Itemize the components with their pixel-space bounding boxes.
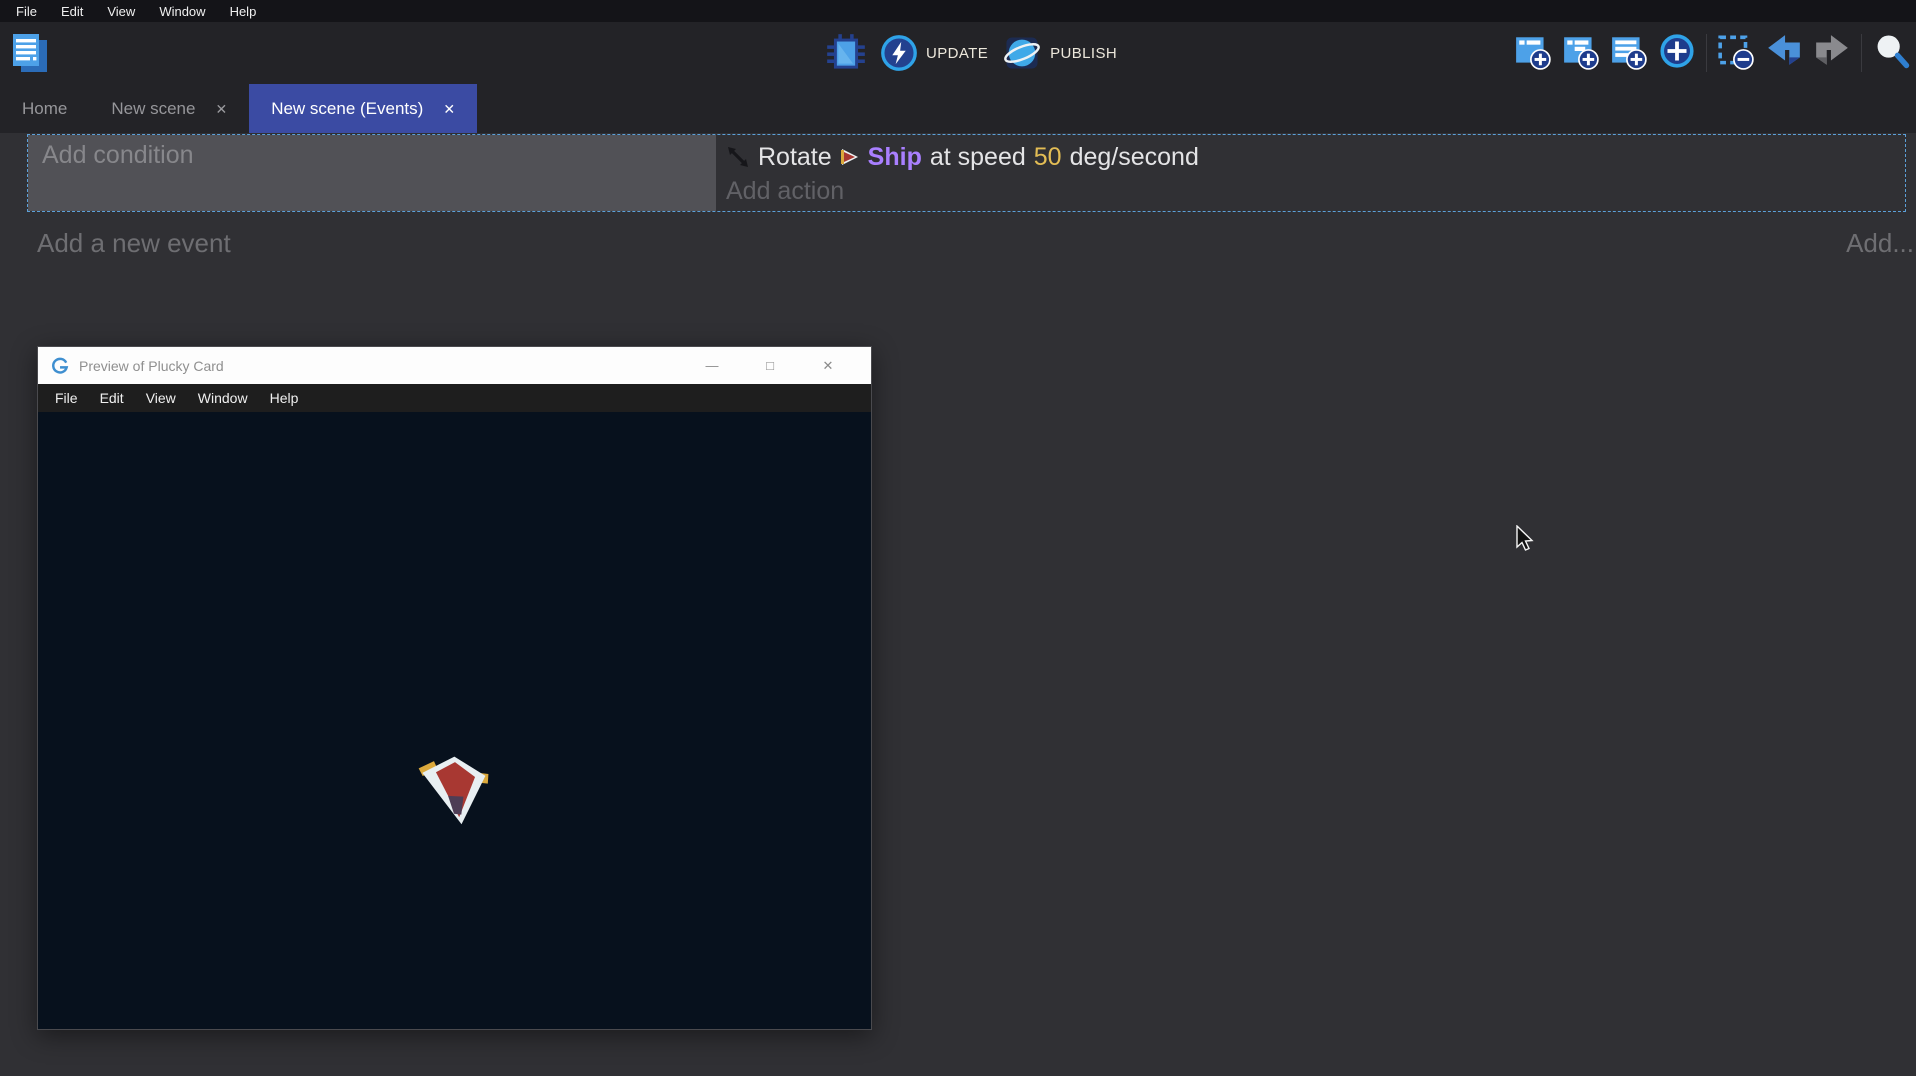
remove-selection-icon	[1717, 32, 1755, 70]
menu-help[interactable]: Help	[218, 0, 269, 22]
conditions-cell[interactable]: Add condition	[28, 135, 716, 211]
gdevelop-logo-icon	[52, 357, 69, 374]
add-condition-placeholder[interactable]: Add condition	[42, 141, 194, 169]
preview-window: Preview of Plucky Card — □ ✕ File Edit V…	[37, 346, 872, 1030]
app-menubar: File Edit View Window Help	[0, 0, 1916, 22]
preview-menu-edit[interactable]: Edit	[89, 390, 135, 406]
rotate-icon	[726, 145, 750, 169]
game-canvas[interactable]	[38, 412, 871, 1029]
tab-home-label: Home	[22, 99, 67, 119]
add-new-event-placeholder[interactable]: Add a new event	[37, 228, 231, 259]
preview-titlebar[interactable]: Preview of Plucky Card — □ ✕	[38, 347, 871, 384]
tab-bar: Home New scene ✕ New scene (Events) ✕	[0, 84, 1916, 133]
add-comment-icon	[1610, 32, 1648, 70]
update-button[interactable]: UPDATE	[880, 34, 988, 72]
toolbar-separator	[1861, 34, 1862, 72]
preview-menubar: File Edit View Window Help	[38, 384, 871, 412]
undo-icon	[1765, 32, 1803, 70]
maximize-button[interactable]: □	[741, 347, 799, 384]
redo-icon	[1813, 32, 1851, 70]
menu-edit[interactable]: Edit	[49, 0, 95, 22]
publish-label: PUBLISH	[1050, 45, 1117, 62]
action-speed-value: 50	[1034, 143, 1062, 172]
tab-new-scene-events-label: New scene (Events)	[271, 99, 423, 119]
debug-icon	[826, 33, 866, 73]
main-toolbar: UPDATE PUBLISH	[0, 22, 1916, 84]
redo-button[interactable]	[1813, 32, 1851, 75]
add-subevent-icon	[1562, 32, 1600, 70]
ship-sprite	[416, 742, 496, 832]
preview-menu-window[interactable]: Window	[187, 390, 259, 406]
undo-button[interactable]	[1765, 32, 1803, 75]
add-circle-icon	[1658, 32, 1696, 70]
add-event-button-right[interactable]: Add...	[1846, 228, 1914, 259]
add-subevent-button[interactable]	[1562, 32, 1600, 75]
search-button[interactable]	[1872, 31, 1912, 76]
action-object-name: Ship	[868, 143, 922, 172]
tab-new-scene-label: New scene	[111, 99, 195, 119]
close-icon[interactable]: ✕	[215, 102, 227, 116]
project-manager-icon[interactable]	[8, 30, 52, 76]
menu-file[interactable]: File	[4, 0, 49, 22]
tab-home[interactable]: Home	[0, 84, 89, 133]
menu-view[interactable]: View	[95, 0, 147, 22]
lightning-icon	[880, 34, 918, 72]
documents-icon	[9, 31, 51, 75]
tab-new-scene[interactable]: New scene ✕	[89, 84, 249, 133]
toolbar-separator	[1706, 34, 1707, 72]
preview-menu-view[interactable]: View	[135, 390, 187, 406]
menu-window[interactable]: Window	[147, 0, 217, 22]
preview-window-title: Preview of Plucky Card	[79, 358, 683, 374]
close-button[interactable]: ✕	[799, 347, 857, 384]
update-label: UPDATE	[926, 45, 988, 62]
rotate-action[interactable]: Rotate Ship at speed 50 deg/second	[726, 138, 1905, 176]
remove-selection-button[interactable]	[1717, 32, 1755, 75]
debug-button[interactable]	[826, 33, 866, 73]
action-verb: Rotate	[758, 143, 832, 172]
planet-icon	[1002, 33, 1042, 73]
search-icon	[1872, 31, 1912, 71]
tab-new-scene-events[interactable]: New scene (Events) ✕	[249, 84, 477, 133]
add-comment-button[interactable]	[1610, 32, 1648, 75]
close-icon[interactable]: ✕	[443, 102, 455, 116]
actions-cell: Rotate Ship at speed 50 deg/second Add a…	[716, 135, 1905, 211]
action-middle-text: at speed	[930, 143, 1026, 172]
add-action-placeholder[interactable]: Add action	[726, 177, 1905, 206]
ship-thumbnail-icon	[840, 147, 860, 167]
preview-menu-file[interactable]: File	[44, 390, 89, 406]
add-event-button[interactable]	[1514, 32, 1552, 75]
action-unit-text: deg/second	[1070, 143, 1199, 172]
minimize-button[interactable]: —	[683, 347, 741, 384]
event-row-selected[interactable]: Add condition Rotate Ship at speed 50 de…	[27, 134, 1906, 212]
preview-menu-help[interactable]: Help	[259, 390, 310, 406]
publish-button[interactable]: PUBLISH	[1002, 33, 1117, 73]
add-other-event-button[interactable]	[1658, 32, 1696, 75]
add-event-icon	[1514, 32, 1552, 70]
